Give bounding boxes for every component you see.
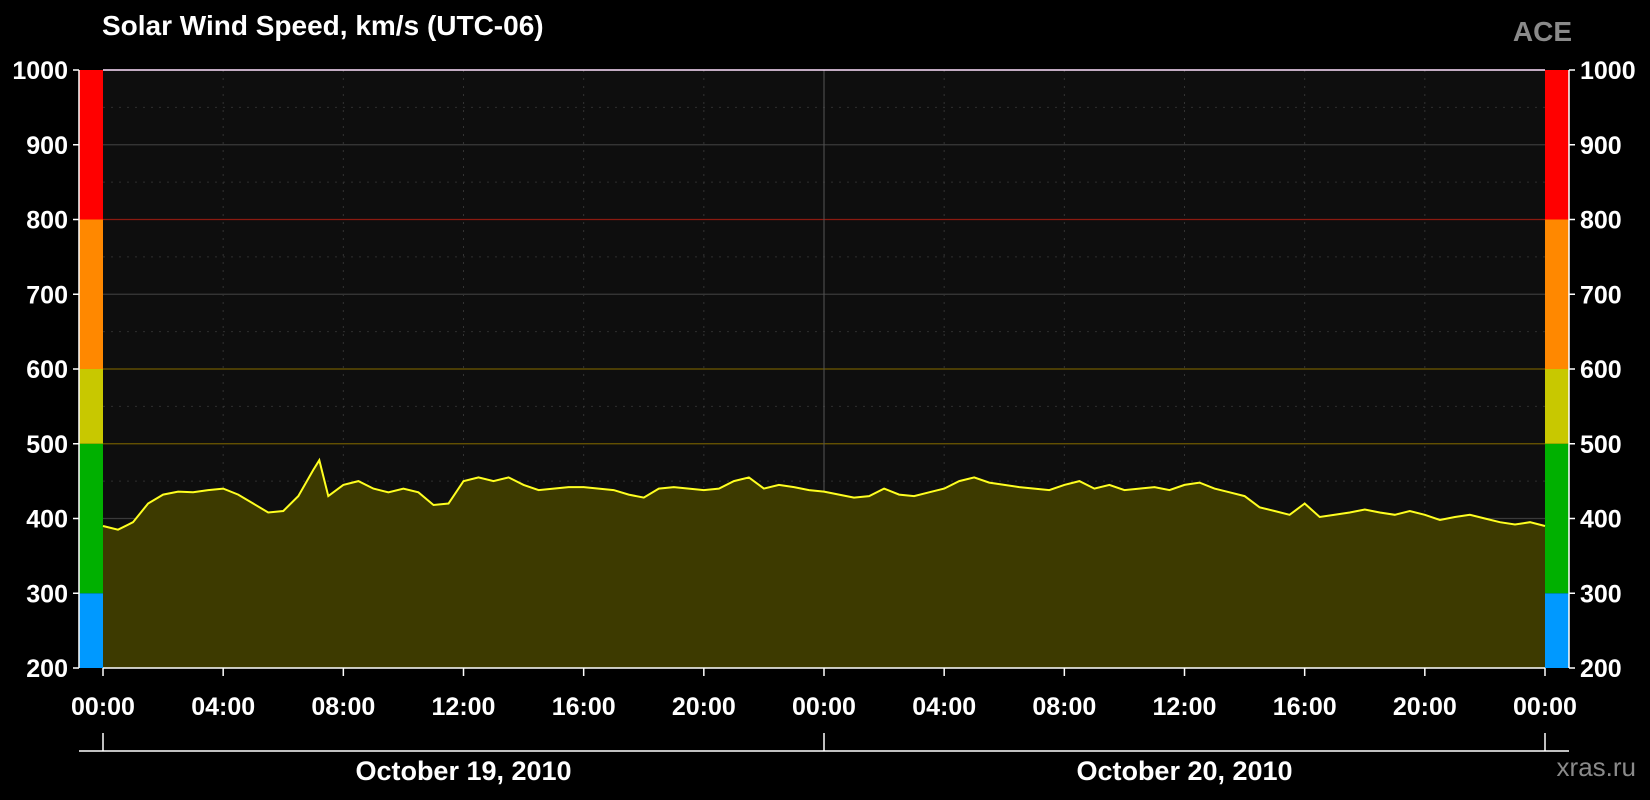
y-tick-label-left: 700 xyxy=(26,281,68,309)
solar-wind-chart: 200 300 400 500 600 700 800 900 1000 200 300 400 50… xyxy=(12,57,1636,786)
date-label: October 20, 2010 xyxy=(1076,756,1292,786)
x-tick-label: 08:00 xyxy=(311,693,375,721)
y-tick-label-left: 400 xyxy=(26,506,68,534)
y-tick-label-right: 200 xyxy=(1580,655,1622,683)
y-tick-label-right: 700 xyxy=(1580,281,1622,309)
y-tick-label-right: 800 xyxy=(1580,207,1622,235)
y-tick-label-left: 1000 xyxy=(12,57,68,85)
x-tick-label: 08:00 xyxy=(1032,693,1096,721)
x-tick-label: 12:00 xyxy=(1153,693,1217,721)
color-bands-left xyxy=(79,70,103,668)
color-band-left xyxy=(79,70,103,220)
x-tick-label: 00:00 xyxy=(1513,693,1577,721)
color-bands-right xyxy=(1545,70,1569,668)
color-band-right xyxy=(1545,70,1569,220)
y-tick-label-right: 400 xyxy=(1580,506,1622,534)
x-tick-label: 12:00 xyxy=(432,693,496,721)
y-tick-label-right: 300 xyxy=(1580,580,1622,608)
y-tick-label-left: 800 xyxy=(26,207,68,235)
x-tick-label: 04:00 xyxy=(912,693,976,721)
color-band-right xyxy=(1545,443,1569,594)
x-tick-label: 16:00 xyxy=(1273,693,1337,721)
color-band-left xyxy=(79,369,103,444)
color-band-left xyxy=(79,593,103,668)
x-axis: 00:00 04:00 08:00 12:00 16:00 20:00 00:00 04:00… xyxy=(71,667,1577,721)
x-tick-label: 20:00 xyxy=(672,693,736,721)
x-tick-label: 00:00 xyxy=(792,693,856,721)
y-tick-label-left: 200 xyxy=(26,655,68,683)
y-tick-label-right: 900 xyxy=(1580,132,1622,160)
x-tick-label: 00:00 xyxy=(71,693,135,721)
y-tick-label-left: 500 xyxy=(26,431,68,459)
color-band-right xyxy=(1545,219,1569,369)
x-tick-label: 16:00 xyxy=(552,693,616,721)
color-band-right xyxy=(1545,369,1569,444)
y-tick-label-right: 600 xyxy=(1580,356,1622,384)
y-tick-label-left: 900 xyxy=(26,132,68,160)
x-tick-label: 20:00 xyxy=(1393,693,1457,721)
y-tick-label-right: 500 xyxy=(1580,431,1622,459)
y-axis-left: 200 300 400 500 600 700 800 900 1000 xyxy=(12,57,80,683)
date-axis: October 19, 2010 October 20, 2010 xyxy=(79,733,1569,786)
y-tick-label-left: 600 xyxy=(26,356,68,384)
x-tick-label: 04:00 xyxy=(191,693,255,721)
color-band-left xyxy=(79,443,103,594)
color-band-left xyxy=(79,219,103,369)
color-band-right xyxy=(1545,593,1569,668)
y-tick-label-right: 1000 xyxy=(1580,57,1636,85)
date-label: October 19, 2010 xyxy=(355,756,571,786)
y-axis-right: 200 300 400 500 600 700 800 900 1000 xyxy=(1568,57,1636,683)
y-tick-label-left: 300 xyxy=(26,580,68,608)
